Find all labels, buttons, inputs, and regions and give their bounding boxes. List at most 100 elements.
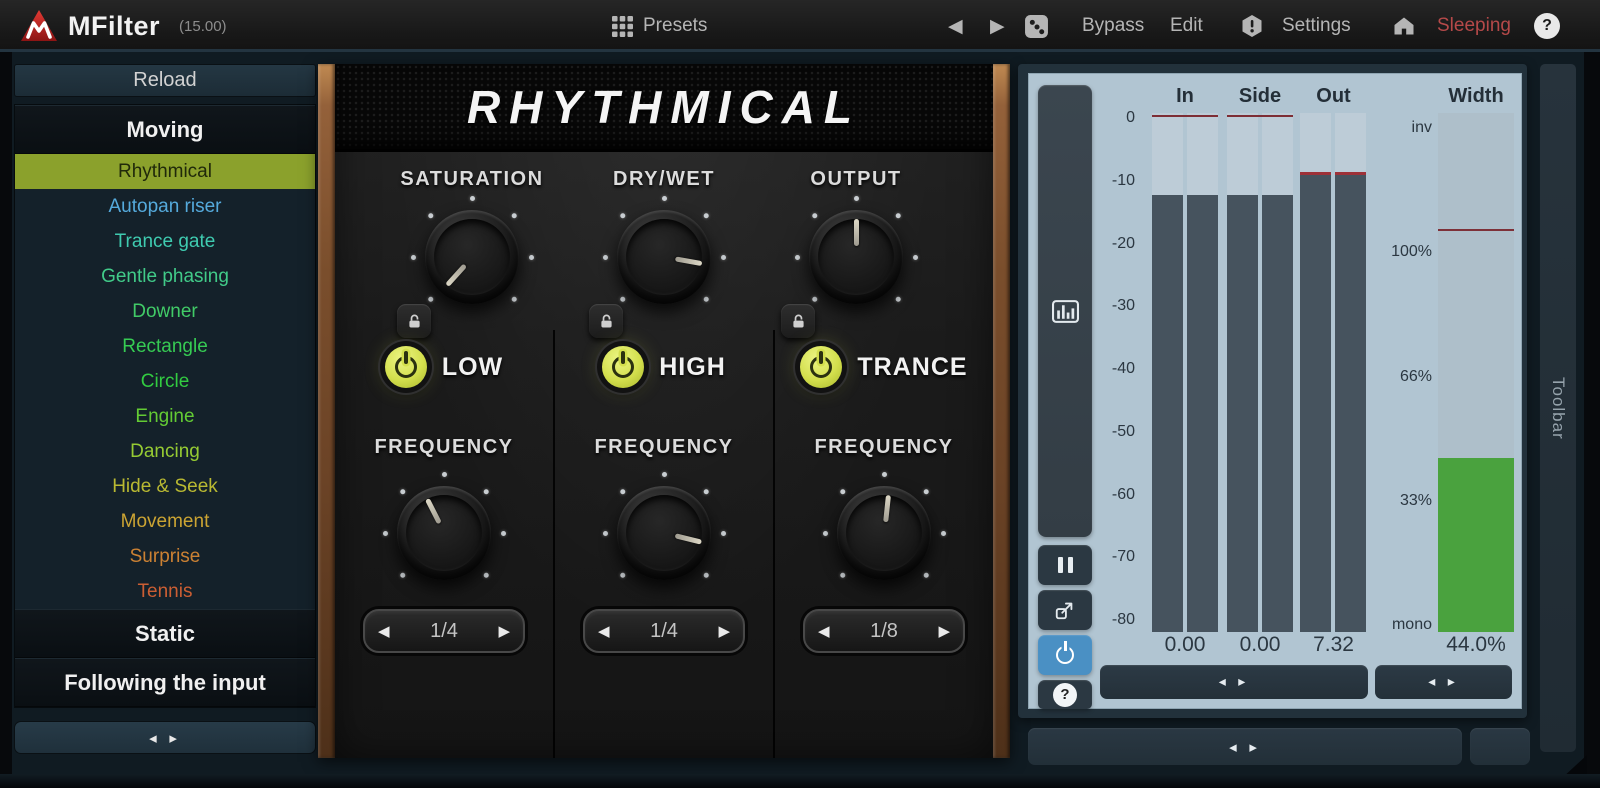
- next-arrow-icon: ▶: [990, 15, 1005, 37]
- group-header-following[interactable]: Following the input: [15, 658, 315, 707]
- low-rate-next-icon[interactable]: ▶: [498, 622, 510, 640]
- meter-side[interactable]: [1227, 113, 1293, 632]
- meters-hscroll[interactable]: ◂ ▸: [1100, 665, 1368, 699]
- meter-pause-button[interactable]: [1038, 545, 1092, 585]
- meter-bar-side-left: [1227, 113, 1258, 632]
- low-frequency-knob[interactable]: [380, 469, 508, 597]
- meter-out[interactable]: [1300, 113, 1366, 632]
- panel-hscroll-end[interactable]: [1470, 728, 1530, 765]
- preset-item-rectangle[interactable]: Rectangle: [15, 329, 315, 364]
- low-band-label: LOW: [442, 353, 503, 382]
- preset-title: RHYTHMICAL: [467, 80, 861, 134]
- in-readout: 0.00: [1152, 633, 1218, 657]
- trance-rate-prev-icon[interactable]: ◀: [818, 622, 830, 640]
- sidebar-hscroll[interactable]: ◂ ▸: [14, 721, 316, 754]
- output-knob[interactable]: [792, 193, 920, 321]
- wood-frame-left: [318, 64, 335, 758]
- out-peak-cap: [1335, 172, 1366, 175]
- edit-button[interactable]: Edit: [1170, 0, 1203, 52]
- notifications-button[interactable]: [1240, 0, 1264, 52]
- trance-rate-stepper: ◀ 1/8 ▶: [803, 609, 965, 653]
- band-high: HIGH FREQUENCY ◀ 1/4 ▶: [553, 330, 773, 758]
- help-icon: ?: [1053, 683, 1077, 707]
- pause-icon: [1058, 557, 1073, 573]
- presets-button[interactable]: Presets: [612, 0, 707, 52]
- preset-item-trance-gate[interactable]: Trance gate: [15, 224, 315, 259]
- preset-item-surprise[interactable]: Surprise: [15, 539, 315, 574]
- meter-header-in: In: [1152, 85, 1218, 108]
- band-row: LOW FREQUENCY ◀ 1/4 ▶: [335, 330, 993, 758]
- output-macro: OUTPUT: [771, 168, 941, 330]
- preset-item-tennis[interactable]: Tennis: [15, 574, 315, 609]
- drywet-knob[interactable]: [600, 193, 728, 321]
- group-header-moving[interactable]: Moving: [15, 105, 315, 154]
- toolbar-strip[interactable]: Toolbar: [1540, 64, 1576, 752]
- low-frequency-label: FREQUENCY: [374, 436, 513, 459]
- preset-item-circle[interactable]: Circle: [15, 364, 315, 399]
- high-rate-stepper: ◀ 1/4 ▶: [583, 609, 745, 653]
- trance-frequency-label: FREQUENCY: [814, 436, 953, 459]
- saturation-knob[interactable]: [408, 193, 536, 321]
- bypass-button[interactable]: Bypass: [1082, 0, 1144, 52]
- preset-item-downer[interactable]: Downer: [15, 294, 315, 329]
- width-hscroll[interactable]: ◂ ▸: [1375, 665, 1512, 699]
- high-rate-next-icon[interactable]: ▶: [718, 622, 730, 640]
- output-lock-button[interactable]: [781, 304, 815, 338]
- panel-hscroll[interactable]: ◂ ▸: [1028, 728, 1462, 765]
- meter-header-width: Width: [1438, 85, 1514, 108]
- help-button[interactable]: ?: [1534, 0, 1560, 52]
- trance-band-label: TRANCE: [857, 353, 967, 382]
- preset-item-rhythmical[interactable]: Rhythmical: [15, 154, 315, 189]
- preset-item-dancing[interactable]: Dancing: [15, 434, 315, 469]
- preset-item-gentle-phasing[interactable]: Gentle phasing: [15, 259, 315, 294]
- preset-item-engine[interactable]: Engine: [15, 399, 315, 434]
- meter-range-slider[interactable]: [1038, 85, 1092, 537]
- warning-icon: [1240, 14, 1264, 38]
- window-bottom-edge: [0, 774, 1600, 788]
- unlock-icon: [790, 313, 807, 330]
- meter-header-side: Side: [1227, 85, 1293, 108]
- macro-knob-row: SATURATION: [335, 152, 993, 330]
- meter-bar-width[interactable]: [1438, 113, 1514, 632]
- meter-help-button[interactable]: ?: [1038, 680, 1092, 709]
- app-logo[interactable]: MFilter (15.00): [20, 0, 227, 52]
- low-power-button[interactable]: [385, 346, 427, 388]
- high-frequency-knob[interactable]: [600, 469, 728, 597]
- app-name: MFilter: [68, 11, 160, 42]
- sleeping-status[interactable]: Sleeping: [1437, 0, 1511, 52]
- trance-rate-next-icon[interactable]: ▶: [938, 622, 950, 640]
- band-low: LOW FREQUENCY ◀ 1/4 ▶: [335, 330, 553, 758]
- prev-preset-button[interactable]: ◀: [948, 0, 963, 52]
- saturation-lock-button[interactable]: [397, 304, 431, 338]
- home-button[interactable]: [1392, 0, 1416, 52]
- meter-power-button[interactable]: [1038, 635, 1092, 675]
- melda-logo-icon: [20, 8, 58, 44]
- preset-sidebar: Reload Moving Rhythmical Autopan riser T…: [14, 64, 316, 754]
- trance-power-button[interactable]: [800, 346, 842, 388]
- out-peak-cap: [1300, 172, 1331, 175]
- high-rate-prev-icon[interactable]: ◀: [598, 622, 610, 640]
- preset-item-hide-and-seek[interactable]: Hide & Seek: [15, 469, 315, 504]
- trance-rate-value[interactable]: 1/8: [870, 620, 898, 643]
- side-readout: 0.00: [1227, 633, 1293, 657]
- next-preset-button[interactable]: ▶: [990, 0, 1005, 52]
- settings-button[interactable]: Settings: [1282, 0, 1351, 52]
- drywet-lock-button[interactable]: [589, 304, 623, 338]
- low-rate-value[interactable]: 1/4: [430, 620, 458, 643]
- high-frequency-label: FREQUENCY: [594, 436, 733, 459]
- meter-header-out: Out: [1300, 85, 1367, 108]
- wood-frame-right: [993, 64, 1010, 758]
- randomize-button[interactable]: [1024, 0, 1049, 52]
- preset-item-movement[interactable]: Movement: [15, 504, 315, 539]
- trance-frequency-knob[interactable]: [820, 469, 948, 597]
- band-trance: TRANCE FREQUENCY ◀ 1/8 ▶: [773, 330, 993, 758]
- high-power-button[interactable]: [602, 346, 644, 388]
- preset-item-autopan-riser[interactable]: Autopan riser: [15, 189, 315, 224]
- meter-in[interactable]: [1152, 113, 1218, 632]
- high-rate-value[interactable]: 1/4: [650, 620, 678, 643]
- resize-icon: [1054, 599, 1076, 621]
- meter-popout-button[interactable]: [1038, 590, 1092, 630]
- group-header-static[interactable]: Static: [15, 609, 315, 658]
- low-rate-prev-icon[interactable]: ◀: [378, 622, 390, 640]
- reload-button[interactable]: Reload: [14, 64, 316, 97]
